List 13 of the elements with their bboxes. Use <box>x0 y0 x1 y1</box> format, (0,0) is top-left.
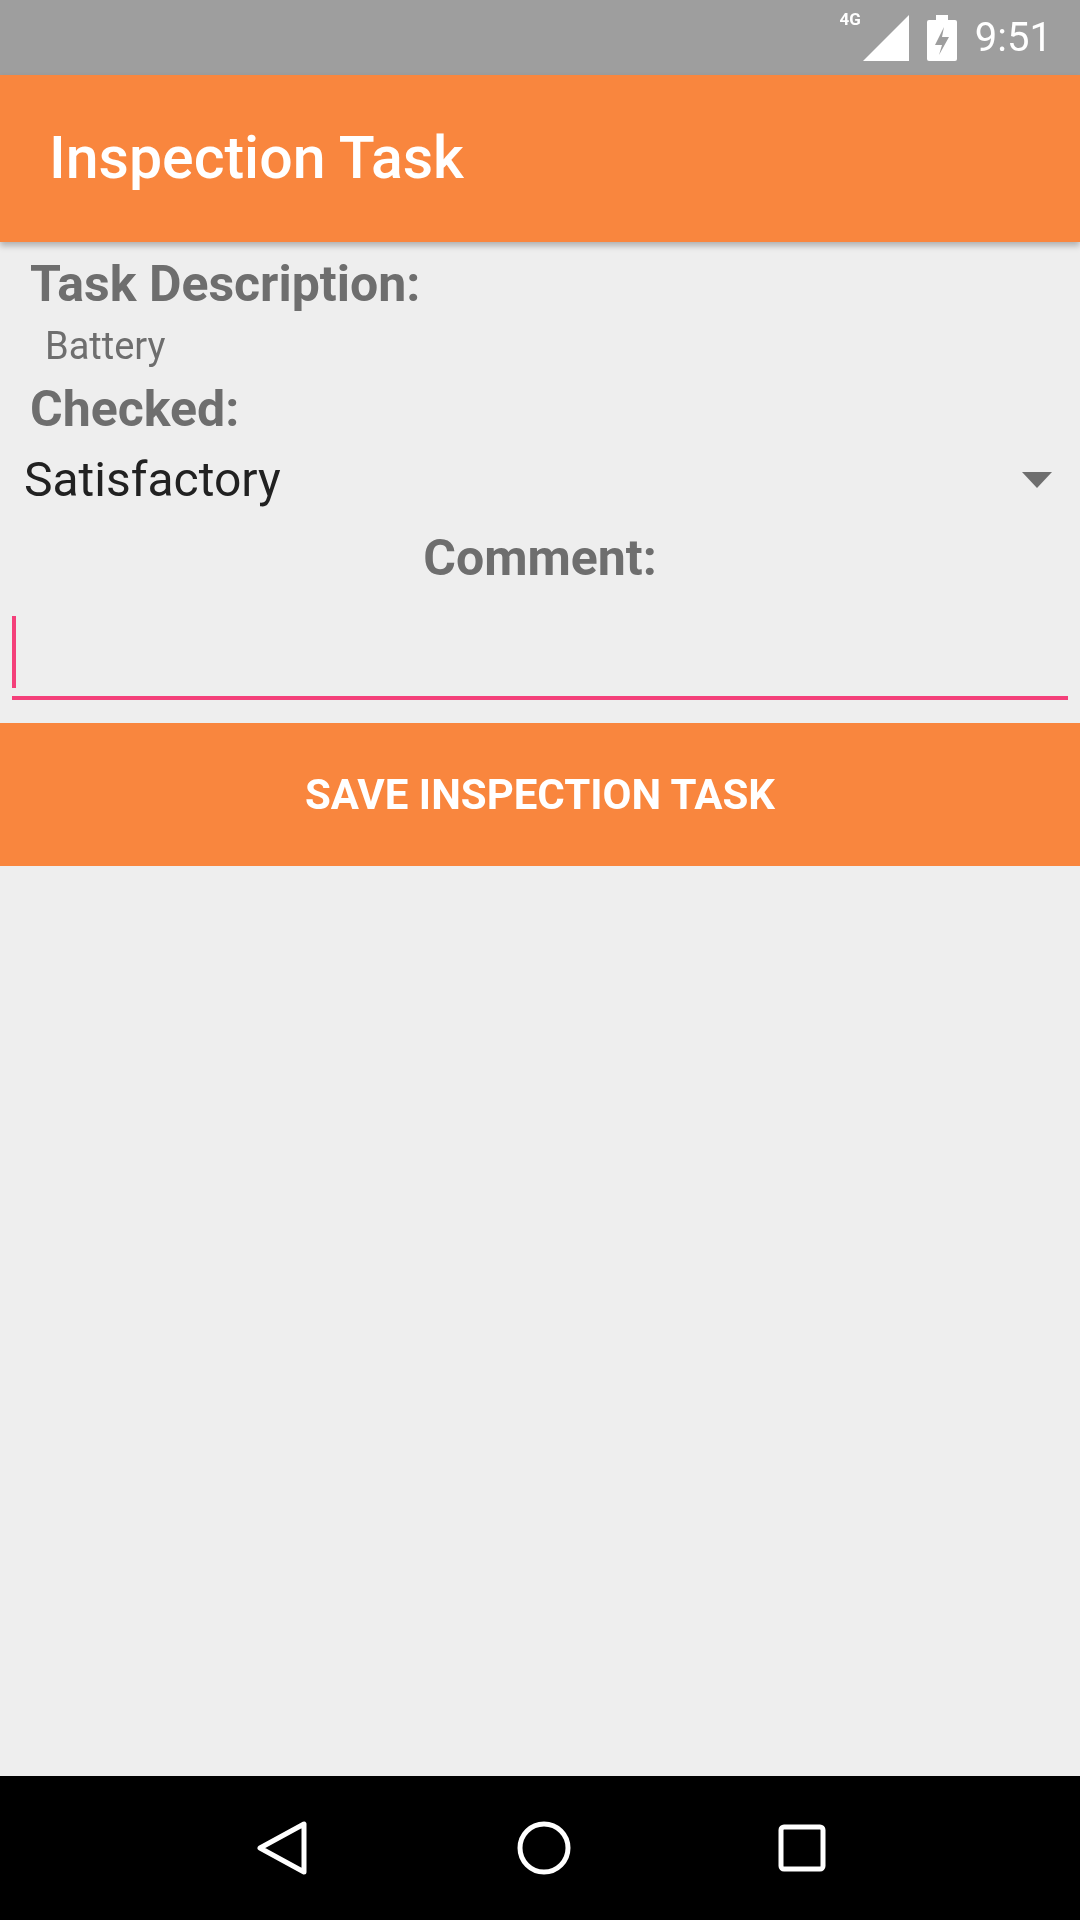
signal-icon <box>862 14 909 61</box>
battery-icon <box>926 14 957 61</box>
comment-label: Comment: <box>423 528 657 589</box>
home-icon[interactable] <box>517 1821 571 1875</box>
clock-time: 9:51 <box>974 17 1052 58</box>
dropdown-arrow-icon <box>1022 472 1052 488</box>
status-dropdown[interactable]: Satisfactory <box>24 444 1056 516</box>
app-bar-title: Inspection Task <box>49 122 464 195</box>
task-description-label: Task Description: <box>30 254 422 315</box>
network-type: 4G <box>839 10 861 28</box>
task-description-value: Battery <box>45 323 167 370</box>
recents-icon[interactable] <box>778 1824 827 1872</box>
checked-label: Checked: <box>30 379 241 440</box>
